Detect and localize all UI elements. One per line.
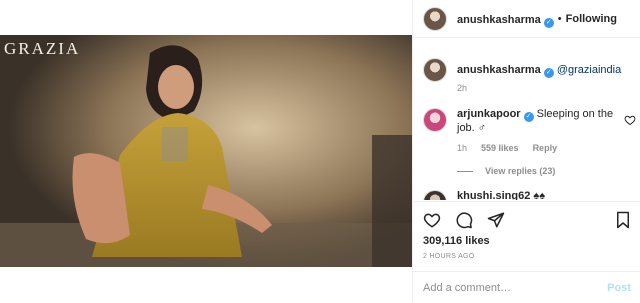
comment-text: ♠♠ bbox=[533, 190, 546, 200]
caption-mention-link[interactable]: @graziaindia bbox=[557, 64, 621, 76]
verified-badge-icon: ✓ bbox=[523, 112, 534, 122]
save-bookmark-icon[interactable] bbox=[615, 211, 631, 229]
commenter-avatar[interactable] bbox=[423, 108, 447, 132]
comment-item-partial: khushi.sing62 ♠♠ bbox=[423, 190, 545, 200]
post-timestamp[interactable]: 2 HOURS AGO bbox=[423, 253, 475, 260]
comment-meta: 1h 559 likes Reply bbox=[457, 143, 557, 153]
commenter-username[interactable]: khushi.sing62 bbox=[457, 190, 530, 200]
post-caption: anushkasharma ✓ @graziaindia bbox=[423, 58, 633, 82]
following-button[interactable]: Following bbox=[566, 13, 617, 25]
reply-button[interactable]: Reply bbox=[533, 143, 558, 153]
add-comment-input[interactable] bbox=[423, 281, 593, 294]
comment-body: khushi.sing62 ♠♠ bbox=[457, 190, 545, 200]
comment-body: arjunkapoor ✓ Sleeping on the job. ♂ bbox=[457, 108, 617, 135]
likes-count[interactable]: 309,116 likes bbox=[423, 235, 490, 247]
author-avatar[interactable] bbox=[423, 6, 447, 31]
commenter-username[interactable]: arjunkapoor bbox=[457, 108, 521, 120]
separator-dot: • bbox=[557, 12, 562, 25]
author-username[interactable]: anushkasharma bbox=[457, 14, 541, 26]
caption-text: anushkasharma ✓ @graziaindia bbox=[457, 58, 621, 82]
caption-username[interactable]: anushkasharma bbox=[457, 64, 541, 76]
post-actions bbox=[413, 201, 640, 237]
post-comment-button[interactable]: Post bbox=[607, 282, 631, 294]
post-media[interactable]: GRAZIA bbox=[0, 0, 412, 303]
view-replies-button[interactable]: View replies (23) bbox=[457, 166, 555, 176]
post-side-panel: anushkasharma ✓ • Following anushkasharma… bbox=[412, 0, 640, 303]
add-comment-bar: Post bbox=[413, 271, 640, 303]
replies-divider bbox=[457, 170, 473, 172]
verified-badge-icon: ✓ bbox=[543, 68, 554, 78]
magazine-logo: GRAZIA bbox=[4, 39, 81, 58]
view-replies-label: View replies (23) bbox=[485, 166, 556, 176]
post-photo[interactable]: GRAZIA bbox=[0, 35, 412, 267]
share-paper-plane-icon[interactable] bbox=[487, 211, 505, 229]
caption-avatar[interactable] bbox=[423, 58, 447, 82]
commenter-avatar[interactable] bbox=[423, 190, 447, 200]
like-comment-heart-icon[interactable] bbox=[624, 114, 636, 126]
post-header: anushkasharma ✓ • Following bbox=[413, 0, 640, 38]
caption-time[interactable]: 2h bbox=[457, 83, 467, 93]
comment-likes[interactable]: 559 likes bbox=[481, 143, 519, 153]
header-username-wrap: anushkasharma ✓ bbox=[457, 10, 554, 28]
like-heart-icon[interactable] bbox=[423, 211, 441, 229]
comment-time[interactable]: 1h bbox=[457, 143, 467, 153]
verified-badge-icon: ✓ bbox=[543, 17, 554, 28]
comment-item: arjunkapoor ✓ Sleeping on the job. ♂ bbox=[423, 108, 637, 135]
photo-illustration bbox=[0, 35, 412, 267]
comment-bubble-icon[interactable] bbox=[455, 211, 473, 229]
